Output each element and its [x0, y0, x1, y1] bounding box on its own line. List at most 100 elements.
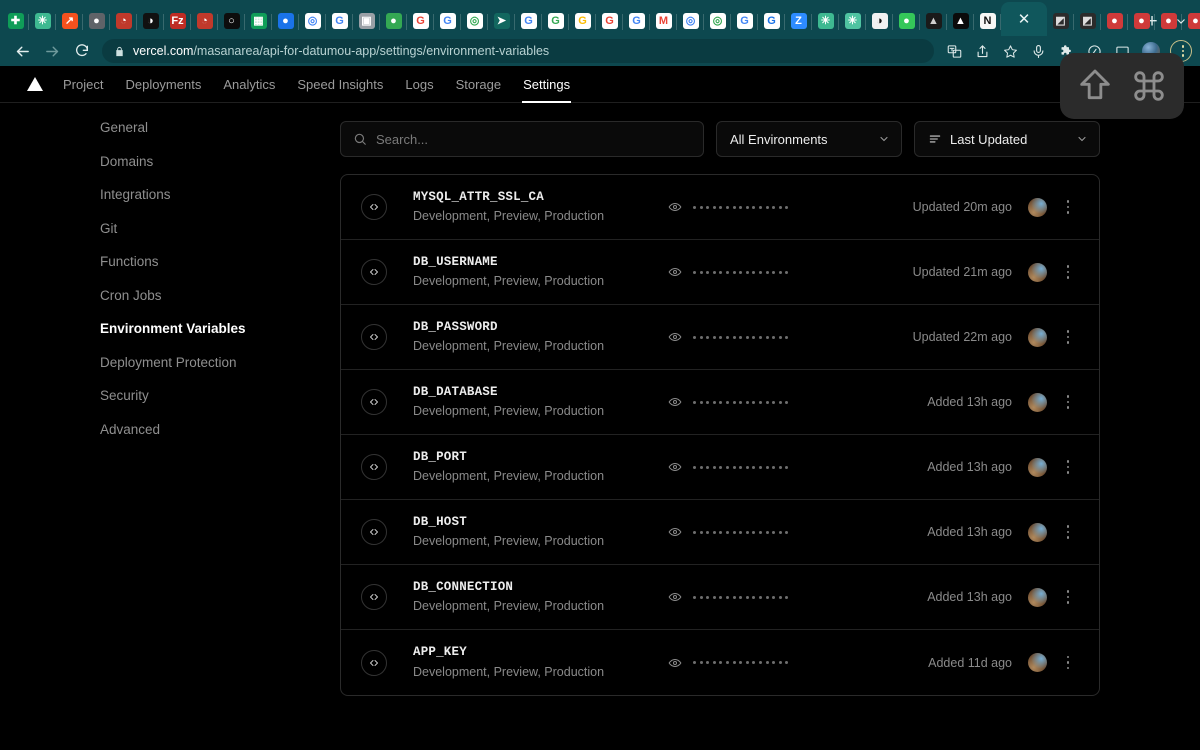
eye-icon[interactable]: [668, 265, 682, 279]
browser-tab[interactable]: G: [596, 6, 623, 36]
browser-tab[interactable]: G: [569, 6, 596, 36]
browser-tab[interactable]: ●: [1182, 6, 1200, 36]
search-input-wrapper[interactable]: [340, 121, 704, 157]
code-brackets-icon[interactable]: [361, 584, 387, 610]
table-row[interactable]: MYSQL_ATTR_SSL_CA Development, Preview, P…: [341, 175, 1099, 240]
browser-tab[interactable]: ◩: [1047, 6, 1074, 36]
browser-tab[interactable]: ✳: [839, 6, 866, 36]
table-row[interactable]: DB_CONNECTION Development, Preview, Produ…: [341, 565, 1099, 630]
browser-tab[interactable]: Z: [785, 6, 812, 36]
browser-tab[interactable]: ▲: [920, 6, 947, 36]
browser-tab[interactable]: M: [650, 6, 677, 36]
browser-tab[interactable]: G: [326, 6, 353, 36]
kebab-menu-icon[interactable]: [1057, 395, 1079, 409]
browser-tab[interactable]: G: [542, 6, 569, 36]
browser-tab[interactable]: ◎: [299, 6, 326, 36]
sidebar-item-general[interactable]: General: [100, 121, 340, 155]
nav-tab-speed-insights[interactable]: Speed Insights: [286, 66, 394, 103]
browser-tab[interactable]: ▦: [245, 6, 272, 36]
code-brackets-icon[interactable]: [361, 324, 387, 350]
table-row[interactable]: APP_KEY Development, Preview, Production A…: [341, 630, 1099, 695]
sidebar-item-environment-variables[interactable]: Environment Variables: [100, 322, 340, 356]
vercel-triangle-logo[interactable]: [18, 77, 52, 91]
reload-icon[interactable]: [68, 38, 96, 64]
share-icon[interactable]: [970, 38, 996, 64]
browser-tab[interactable]: ●: [1155, 6, 1182, 36]
code-brackets-icon[interactable]: [361, 194, 387, 220]
table-row[interactable]: DB_USERNAME Development, Preview, Product…: [341, 240, 1099, 305]
browser-tab[interactable]: ●: [893, 6, 920, 36]
star-icon[interactable]: [998, 38, 1024, 64]
kebab-menu-icon[interactable]: [1057, 200, 1079, 214]
browser-tab[interactable]: Fz: [164, 6, 191, 36]
eye-icon[interactable]: [668, 460, 682, 474]
code-brackets-icon[interactable]: [361, 259, 387, 285]
address-bar[interactable]: vercel.com/masanarea/api-for-datumou-app…: [102, 39, 934, 63]
code-brackets-icon[interactable]: [361, 519, 387, 545]
browser-tab[interactable]: ◔: [110, 6, 137, 36]
browser-tab[interactable]: ↗: [56, 6, 83, 36]
sidebar-item-security[interactable]: Security: [100, 389, 340, 423]
browser-tab[interactable]: ✳: [29, 6, 56, 36]
browser-tab[interactable]: G: [758, 6, 785, 36]
code-brackets-icon[interactable]: [361, 389, 387, 415]
browser-tab[interactable]: G: [623, 6, 650, 36]
browser-tab[interactable]: ●: [272, 6, 299, 36]
browser-tab[interactable]: ◩: [1074, 6, 1101, 36]
sidebar-item-advanced[interactable]: Advanced: [100, 422, 340, 457]
browser-tab[interactable]: G: [731, 6, 758, 36]
browser-tab[interactable]: G: [434, 6, 461, 36]
table-row[interactable]: DB_PASSWORD Development, Preview, Product…: [341, 305, 1099, 370]
kebab-menu-icon[interactable]: [1057, 655, 1079, 670]
browser-tab[interactable]: ●: [1128, 6, 1155, 36]
kebab-menu-icon[interactable]: [1057, 330, 1079, 344]
browser-tab[interactable]: ◔: [191, 6, 218, 36]
browser-tab[interactable]: ➤: [488, 6, 515, 36]
close-icon[interactable]: ✕: [1018, 12, 1031, 27]
browser-tab[interactable]: ○: [218, 6, 245, 36]
kebab-menu-icon[interactable]: [1057, 590, 1079, 604]
code-brackets-icon[interactable]: [361, 454, 387, 480]
browser-tab[interactable]: ●: [1101, 6, 1128, 36]
nav-tab-settings[interactable]: Settings: [512, 66, 581, 103]
eye-icon[interactable]: [668, 330, 682, 344]
back-arrow-icon[interactable]: [8, 38, 36, 64]
sidebar-item-git[interactable]: Git: [100, 221, 340, 256]
kebab-menu-icon[interactable]: [1057, 460, 1079, 474]
sidebar-item-functions[interactable]: Functions: [100, 255, 340, 289]
translate-icon[interactable]: [942, 38, 968, 64]
table-row[interactable]: DB_DATABASE Development, Preview, Product…: [341, 370, 1099, 435]
sort-dropdown[interactable]: Last Updated: [914, 121, 1100, 157]
sidebar-item-deployment-protection[interactable]: Deployment Protection: [100, 355, 340, 390]
eye-icon[interactable]: [668, 525, 682, 539]
eye-icon[interactable]: [668, 656, 682, 670]
nav-tab-storage[interactable]: Storage: [445, 66, 513, 103]
nav-tab-project[interactable]: Project: [52, 66, 114, 103]
browser-tab[interactable]: ✳: [812, 6, 839, 36]
table-row[interactable]: DB_HOST Development, Preview, Production A…: [341, 500, 1099, 565]
eye-icon[interactable]: [668, 395, 682, 409]
nav-tab-logs[interactable]: Logs: [394, 66, 444, 103]
nav-tab-deployments[interactable]: Deployments: [114, 66, 212, 103]
sidebar-item-cron-jobs[interactable]: Cron Jobs: [100, 288, 340, 323]
forward-arrow-icon[interactable]: [38, 38, 66, 64]
browser-tab[interactable]: G: [515, 6, 542, 36]
browser-tab[interactable]: ◑: [866, 6, 893, 36]
eye-icon[interactable]: [668, 200, 682, 214]
search-input[interactable]: [376, 131, 691, 147]
browser-tab[interactable]: ▲: [947, 6, 974, 36]
table-row[interactable]: DB_PORT Development, Preview, Production A…: [341, 435, 1099, 500]
browser-tab[interactable]: ●: [83, 6, 110, 36]
kebab-menu-icon[interactable]: [1057, 525, 1079, 539]
sidebar-item-domains[interactable]: Domains: [100, 154, 340, 189]
browser-tab[interactable]: ▣: [353, 6, 380, 36]
code-brackets-icon[interactable]: [361, 649, 387, 676]
browser-tab[interactable]: ◎: [677, 6, 704, 36]
browser-tab[interactable]: ◎: [461, 6, 488, 36]
browser-tab[interactable]: ◑: [137, 6, 164, 36]
microphone-icon[interactable]: [1026, 38, 1052, 64]
sidebar-item-integrations[interactable]: Integrations: [100, 188, 340, 222]
browser-tab[interactable]: ◎: [704, 6, 731, 36]
nav-tab-analytics[interactable]: Analytics: [212, 66, 286, 103]
active-browser-tab[interactable]: ✕: [1001, 2, 1047, 36]
